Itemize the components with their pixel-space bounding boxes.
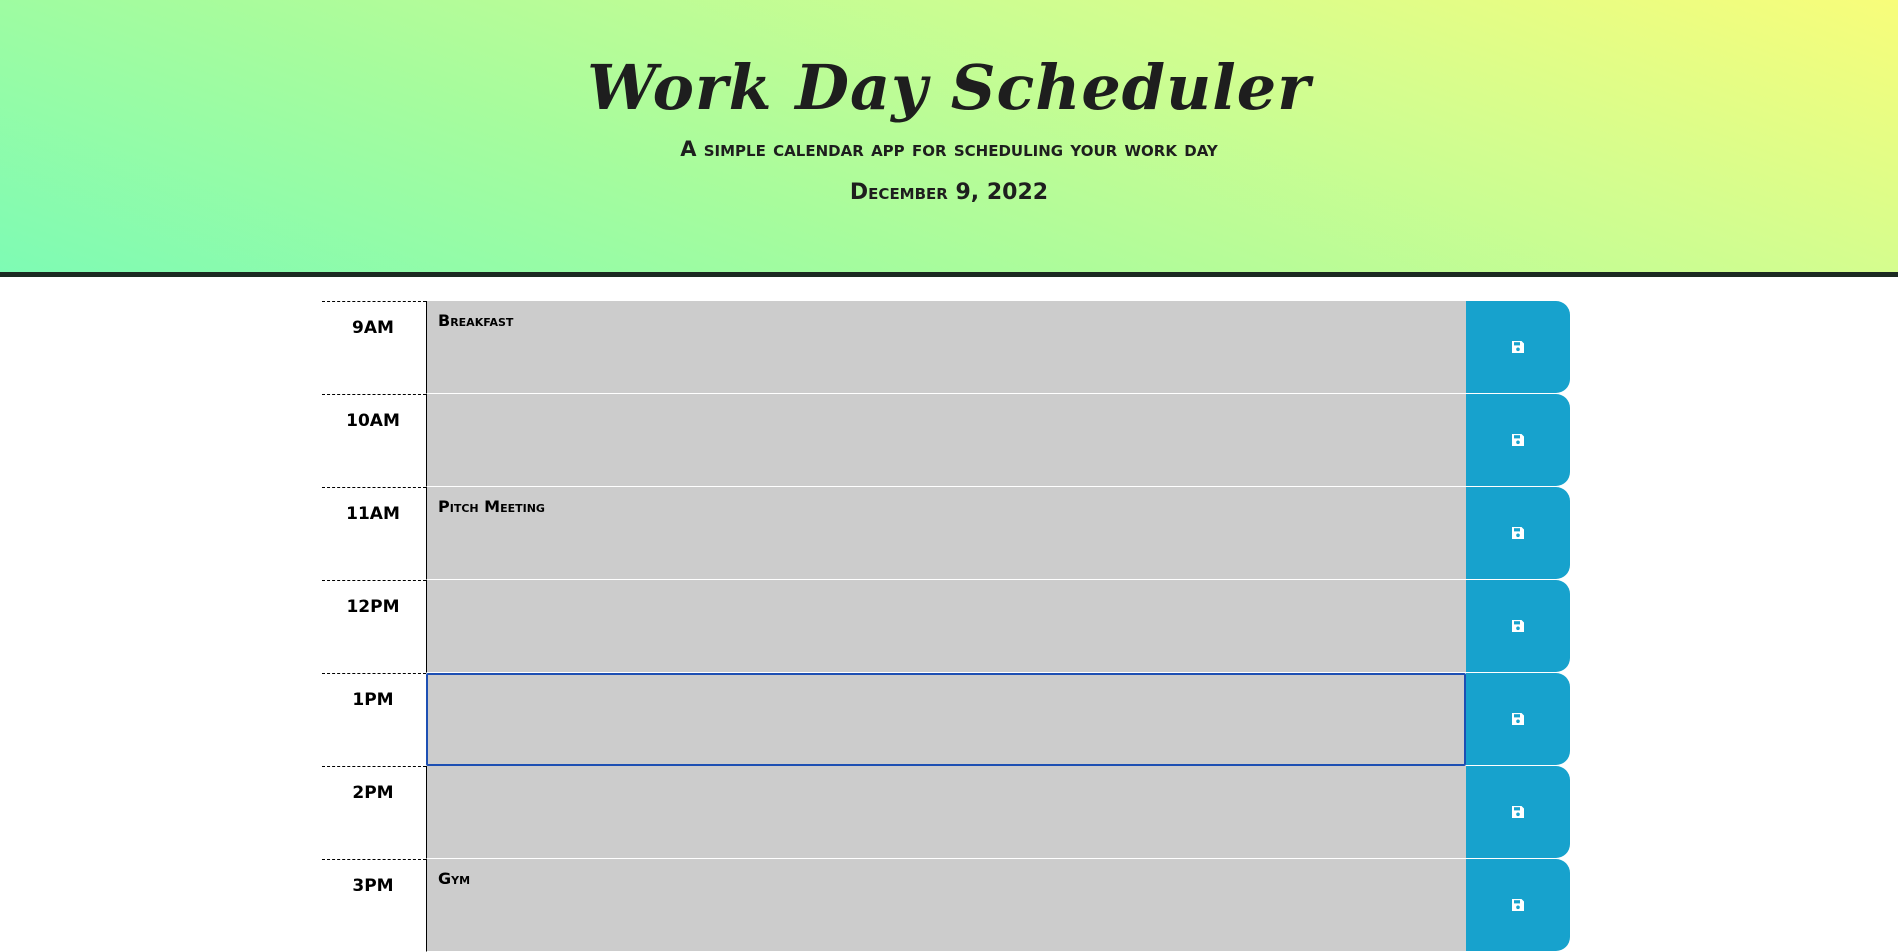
save-button[interactable]	[1466, 301, 1570, 393]
hour-label: 9AM	[322, 301, 426, 394]
save-button[interactable]	[1466, 859, 1570, 951]
event-description-input[interactable]	[426, 487, 1466, 580]
event-description-input[interactable]	[426, 766, 1466, 859]
hour-label: 3PM	[322, 859, 426, 952]
page-subtitle: A simple calendar app for scheduling you…	[680, 137, 1218, 161]
hour-label: 12PM	[322, 580, 426, 673]
event-description-input[interactable]	[426, 580, 1466, 673]
page-title: Work Day Scheduler	[587, 51, 1311, 124]
time-block-12pm: 12PM	[322, 580, 1570, 673]
floppy-disk-icon	[1512, 899, 1524, 911]
save-button[interactable]	[1466, 487, 1570, 579]
floppy-disk-icon	[1512, 620, 1524, 632]
save-button[interactable]	[1466, 394, 1570, 486]
event-description-input[interactable]	[426, 859, 1466, 952]
floppy-disk-icon	[1512, 806, 1524, 818]
header-jumbotron: Work Day Scheduler A simple calendar app…	[0, 0, 1898, 277]
current-day: December 9, 2022	[849, 180, 1049, 205]
save-button[interactable]	[1466, 580, 1570, 672]
time-block-9am: 9AM	[322, 301, 1570, 394]
save-button[interactable]	[1466, 673, 1570, 765]
floppy-disk-icon	[1512, 434, 1524, 446]
time-block-3pm: 3PM	[322, 859, 1570, 952]
floppy-disk-icon	[1512, 713, 1524, 725]
floppy-disk-icon	[1512, 527, 1524, 539]
hour-label: 1PM	[322, 673, 426, 766]
hour-label: 10AM	[322, 394, 426, 487]
event-description-input[interactable]	[426, 301, 1466, 394]
hour-label: 11AM	[322, 487, 426, 580]
time-block-1pm: 1PM	[322, 673, 1570, 766]
time-block-11am: 11AM	[322, 487, 1570, 580]
event-description-input[interactable]	[426, 394, 1466, 487]
save-button[interactable]	[1466, 766, 1570, 858]
time-block-10am: 10AM	[322, 394, 1570, 487]
floppy-disk-icon	[1512, 341, 1524, 353]
event-description-input[interactable]	[426, 673, 1466, 766]
schedule-container: 9AM 10AM 11AM 12PM 1PM 2PM	[322, 301, 1570, 952]
hour-label: 2PM	[322, 766, 426, 859]
time-block-2pm: 2PM	[322, 766, 1570, 859]
